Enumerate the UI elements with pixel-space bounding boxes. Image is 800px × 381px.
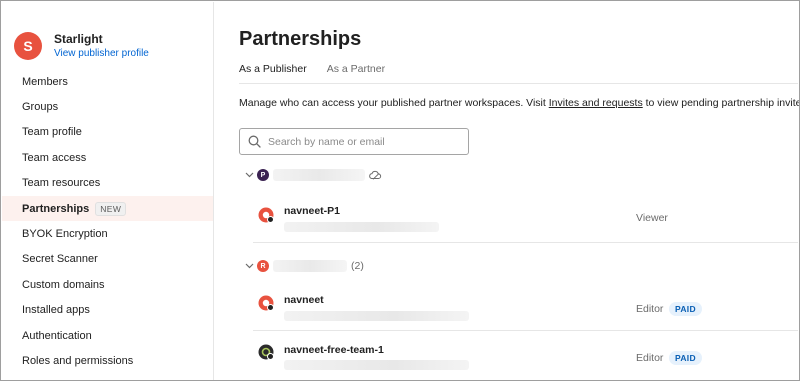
role-label: Viewer [636, 212, 668, 224]
tabs-divider [239, 83, 798, 84]
sidebar-item-members[interactable]: Members [2, 69, 213, 94]
sidebar-item-team-access[interactable]: Team access [2, 145, 213, 170]
redacted-details [284, 222, 439, 232]
workspace-avatar: P [257, 169, 269, 181]
workspace-avatar: R [257, 260, 269, 272]
sidebar-item-roles-and-permissions[interactable]: Roles and permissions [2, 348, 213, 373]
role-label: Editor [636, 352, 664, 364]
view-publisher-profile-link[interactable]: View publisher profile [54, 47, 149, 60]
chevron-down-icon[interactable] [243, 169, 255, 181]
redacted-workspace-name [273, 169, 365, 181]
paid-badge: PAID [669, 351, 702, 365]
sidebar-item-byok-encryption[interactable]: BYOK Encryption [2, 221, 213, 246]
role-label: Editor [636, 303, 664, 315]
org-avatar: S [14, 32, 42, 60]
team-name: navneet-P1 [284, 205, 341, 217]
tab-bar: As a Publisher As a Partner [239, 63, 405, 84]
team-name: navneet [284, 294, 324, 306]
table-row[interactable]: navneet Editor PAID [253, 281, 798, 331]
new-badge: NEW [95, 201, 127, 216]
search-box[interactable] [239, 128, 469, 155]
sidebar-item-groups[interactable]: Groups [2, 94, 213, 119]
sidebar-item-team-resources[interactable]: Team resources [2, 171, 213, 196]
sidebar-item-secret-scanner[interactable]: Secret Scanner [2, 247, 213, 272]
search-input[interactable] [268, 135, 458, 148]
main-content: Partnerships As a Publisher As a Partner… [215, 2, 800, 380]
paid-badge: PAID [669, 302, 702, 316]
table-row[interactable]: navneet-free-team-1 Editor PAID [253, 332, 798, 380]
sidebar-item-authentication[interactable]: Authentication [2, 323, 213, 348]
sidebar-item-installed-apps[interactable]: Installed apps [2, 298, 213, 323]
redacted-details [284, 311, 469, 321]
table-row[interactable]: navneet-P1 Viewer [253, 190, 798, 243]
search-icon [248, 135, 261, 148]
app-window: S Starlight View publisher profile Membe… [0, 0, 800, 381]
team-logo-icon [258, 344, 274, 360]
team-name: navneet-free-team-1 [284, 344, 384, 356]
org-header: S Starlight View publisher profile [14, 32, 149, 60]
sidebar-nav: Members Groups Team profile Team access … [2, 69, 213, 374]
workspace-group-header[interactable]: R (2) [243, 260, 364, 272]
tab-as-a-publisher[interactable]: As a Publisher [239, 63, 307, 84]
team-logo-icon [258, 207, 274, 223]
tab-as-a-partner[interactable]: As a Partner [327, 63, 385, 84]
sidebar: S Starlight View publisher profile Membe… [2, 2, 214, 380]
sidebar-item-custom-domains[interactable]: Custom domains [2, 272, 213, 297]
redacted-workspace-name [273, 260, 347, 272]
sidebar-item-label: Partnerships [22, 202, 90, 215]
member-count: (2) [351, 260, 364, 272]
page-description: Manage who can access your published par… [239, 97, 800, 109]
sidebar-item-team-profile[interactable]: Team profile [2, 120, 213, 145]
workspace-group-header[interactable]: P [243, 169, 382, 181]
description-text-end: to view pending partnership invites. [642, 97, 800, 109]
team-logo-icon [258, 295, 274, 311]
org-name: Starlight [54, 32, 103, 46]
page-title: Partnerships [239, 28, 362, 50]
description-text: Manage who can access your published par… [239, 97, 549, 109]
redacted-details [284, 360, 469, 370]
cloud-icon [369, 170, 382, 180]
invites-and-requests-link[interactable]: Invites and requests [549, 97, 643, 109]
chevron-down-icon[interactable] [243, 260, 255, 272]
sidebar-item-partnerships[interactable]: Partnerships NEW [2, 195, 213, 222]
